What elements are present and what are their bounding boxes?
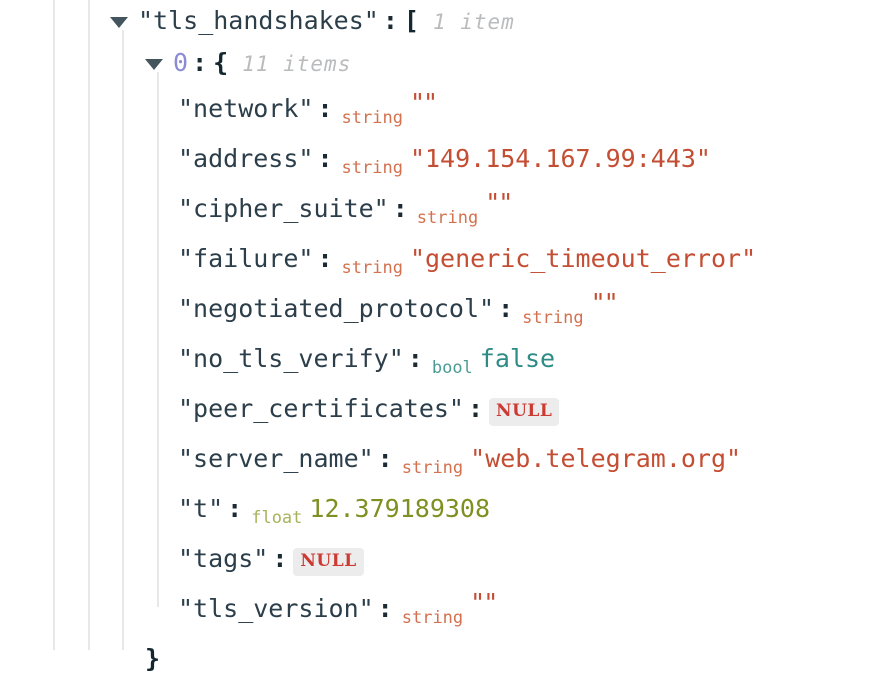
json-type-label: string (341, 258, 403, 278)
json-row-server-name[interactable]: "server_name": string "web.telegram.org" (0, 434, 894, 484)
json-type-label: float (251, 508, 303, 528)
json-type-label: string (401, 458, 464, 478)
json-colon: : (498, 294, 514, 323)
json-key: "tags" (178, 544, 269, 573)
json-row-item-0[interactable]: 0:{11 items (0, 42, 894, 84)
json-row-address[interactable]: "address": string "149.154.167.99:443" (0, 134, 894, 184)
json-colon: : (377, 594, 393, 623)
json-type-label: string (341, 108, 403, 128)
json-row-network[interactable]: "network": string "" (0, 84, 894, 134)
json-type-label: string (522, 308, 584, 328)
json-value: "149.154.167.99:443" (409, 144, 711, 173)
json-type-label: string (416, 208, 479, 228)
json-value: "web.telegram.org" (470, 444, 742, 473)
json-colon: : (382, 6, 398, 35)
json-item-count: 11 items (242, 52, 352, 76)
json-close-brace: } (145, 644, 161, 673)
triangle-down-icon[interactable] (145, 59, 163, 70)
json-value: 12.379189308 (309, 494, 491, 523)
json-colon: : (467, 394, 484, 423)
json-colon: : (192, 48, 208, 77)
json-colon: : (407, 344, 423, 373)
json-item-count: 1 item (432, 10, 515, 34)
json-key: "tls_handshakes" (138, 6, 379, 35)
json-key: "failure" (178, 244, 314, 273)
json-row-peer-certificates[interactable]: "peer_certificates": NULL (0, 384, 894, 434)
json-colon: : (317, 94, 333, 123)
json-value: "" (485, 188, 513, 217)
json-row-t[interactable]: "t": float 12.379189308 (0, 484, 894, 534)
triangle-down-icon[interactable] (110, 17, 128, 28)
json-colon: : (377, 444, 393, 473)
json-row-tls-version[interactable]: "tls_version": string "" (0, 584, 894, 634)
null-badge: NULL (489, 397, 560, 426)
json-key: "address" (178, 144, 314, 173)
json-colon: : (317, 244, 333, 273)
json-value: "" (590, 288, 619, 317)
json-row-failure[interactable]: "failure": string "generic_timeout_error" (0, 234, 894, 284)
json-row-tls-handshakes[interactable]: "tls_handshakes":[1 item (0, 0, 894, 42)
json-key: "tls_version" (178, 594, 374, 623)
json-row-no-tls-verify[interactable]: "no_tls_verify": bool false (0, 334, 894, 384)
json-key: "negotiated_protocol" (178, 294, 495, 323)
json-row-cipher-suite[interactable]: "cipher_suite": string "" (0, 184, 894, 234)
json-key: "cipher_suite" (178, 194, 389, 223)
json-key: "peer_certificates" (178, 394, 464, 423)
json-type-label: string (401, 608, 464, 628)
json-value: "" (470, 588, 498, 617)
json-value: false (479, 344, 556, 373)
json-row-tags[interactable]: "tags": NULL (0, 534, 894, 584)
json-colon: : (317, 144, 333, 173)
json-key: "t" (178, 494, 224, 523)
json-type-label: bool (431, 358, 473, 378)
json-open-bracket: [ (403, 6, 419, 35)
null-badge: NULL (293, 547, 364, 576)
json-colon: : (392, 194, 408, 223)
json-colon: : (272, 544, 288, 573)
json-array-index: 0 (173, 48, 189, 77)
json-rows: "tls_handshakes":[1 item 0:{11 items "ne… (0, 0, 894, 684)
json-key: "no_tls_verify" (178, 344, 404, 373)
json-type-label: string (341, 158, 403, 178)
json-open-brace: { (213, 48, 229, 77)
json-key: "server_name" (178, 444, 374, 473)
json-key: "network" (178, 94, 314, 123)
json-value: "generic_timeout_error" (409, 244, 757, 273)
json-value: "" (409, 88, 438, 117)
json-colon: : (227, 494, 243, 523)
json-row-negotiated-protocol[interactable]: "negotiated_protocol": string "" (0, 284, 894, 334)
json-tree-viewer: "tls_handshakes":[1 item 0:{11 items "ne… (0, 0, 894, 673)
json-row-closing-brace: } (0, 634, 894, 684)
